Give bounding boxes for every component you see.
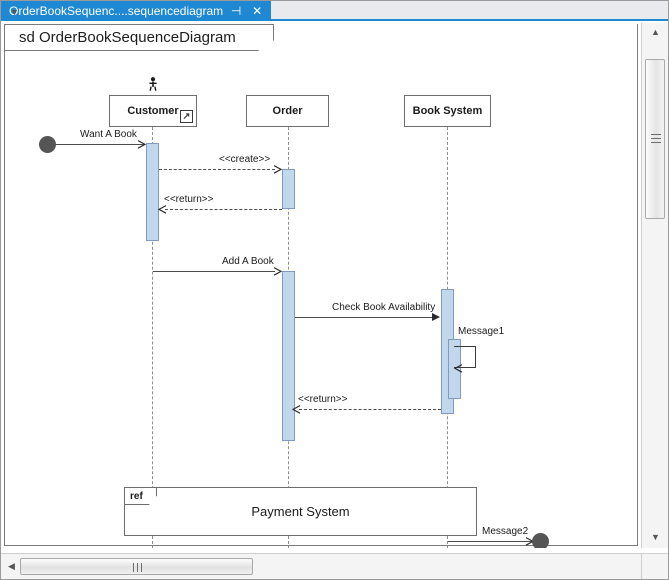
- grip-line: [141, 563, 142, 572]
- start-endpoint-dot[interactable]: [39, 136, 56, 153]
- lifeline-head-book-system[interactable]: Book System: [404, 95, 491, 127]
- message-line-create[interactable]: [159, 169, 275, 170]
- diagram-title: sd OrderBookSequenceDiagram: [19, 29, 236, 46]
- message-line-want-a-book[interactable]: [56, 144, 145, 145]
- actor-icon: [149, 77, 157, 91]
- lifeline-head-customer[interactable]: Customer: [109, 95, 197, 127]
- grip-line: [133, 563, 134, 572]
- fragment-operator-label: ref: [125, 488, 157, 505]
- fragment-body-label: Payment System: [251, 504, 350, 519]
- arrow-open-left-icon: [454, 364, 463, 373]
- close-icon[interactable]: ✕: [249, 3, 265, 19]
- sequence-diagram-editor-window: OrderBookSequenc....sequencediagram ⊣ ✕ …: [0, 0, 669, 580]
- scroll-left-icon[interactable]: ◀: [3, 558, 20, 575]
- vertical-scrollbar-thumb[interactable]: [645, 59, 665, 219]
- grip-line: [651, 142, 661, 143]
- scroll-top-icon[interactable]: ▼: [1, 3, 28, 21]
- message-line-return-1[interactable]: [165, 209, 282, 210]
- tab-orderbooksequencediagram[interactable]: OrderBookSequenc....sequencediagram ⊣ ✕: [1, 1, 272, 21]
- tab-title: OrderBookSequenc....sequencediagram: [9, 4, 224, 18]
- scroll-down-icon[interactable]: ▼: [642, 528, 668, 546]
- arrow-open-right-icon: [273, 267, 282, 276]
- arrow-filled-right-icon: [432, 313, 440, 321]
- message-label-return-2: <<return>>: [298, 394, 348, 405]
- message-line-return-2[interactable]: [299, 409, 441, 410]
- activation-order-1[interactable]: [282, 169, 295, 209]
- ref-fragment-payment-system[interactable]: ref Payment System: [124, 487, 477, 536]
- lifeline-label-order: Order: [272, 105, 303, 117]
- lifeline-label-book-system: Book System: [412, 105, 483, 117]
- horizontal-scrollbar[interactable]: ◀: [1, 553, 642, 579]
- end-endpoint-dot[interactable]: [532, 533, 549, 548]
- grip-line: [651, 134, 661, 135]
- message-line-check-book-availability[interactable]: [295, 317, 433, 318]
- message-label-want-a-book: Want A Book: [80, 129, 137, 140]
- pin-icon[interactable]: ⊣: [228, 3, 244, 19]
- message-label-create: <<create>>: [219, 154, 271, 165]
- message-label-add-a-book: Add A Book: [222, 256, 274, 267]
- message-label-return-1: <<return>>: [164, 194, 214, 205]
- message-label-check-book-availability: Check Book Availability: [332, 302, 436, 313]
- scrollbar-corner: [641, 553, 668, 579]
- scroll-up-icon[interactable]: ▲: [642, 23, 668, 41]
- horizontal-scrollbar-thumb[interactable]: [20, 558, 253, 575]
- grip-line: [651, 138, 661, 139]
- arrow-open-left-icon: [292, 405, 301, 414]
- diagram-canvas[interactable]: sd OrderBookSequenceDiagram Customer Ord…: [1, 23, 641, 548]
- tab-strip: OrderBookSequenc....sequencediagram ⊣ ✕: [1, 1, 668, 21]
- activation-order-2[interactable]: [282, 271, 295, 441]
- arrow-open-left-icon: [158, 205, 167, 214]
- lifeline-label-customer: Customer: [127, 105, 179, 117]
- activation-customer-1[interactable]: [146, 143, 159, 241]
- arrow-open-right-icon: [273, 165, 282, 174]
- expand-badge-icon[interactable]: [180, 110, 193, 123]
- message-line-add-a-book[interactable]: [153, 271, 275, 272]
- message-label-message2: Message2: [482, 526, 529, 537]
- message-line-message2[interactable]: [448, 541, 532, 542]
- vertical-scrollbar[interactable]: ▲ ▼: [641, 23, 668, 548]
- message-label-message1: Message1: [458, 326, 505, 337]
- grip-line: [137, 563, 138, 572]
- arrow-open-right-icon: [137, 140, 146, 149]
- lifeline-head-order[interactable]: Order: [246, 95, 329, 127]
- diagram-frame-header[interactable]: sd OrderBookSequenceDiagram: [4, 24, 274, 51]
